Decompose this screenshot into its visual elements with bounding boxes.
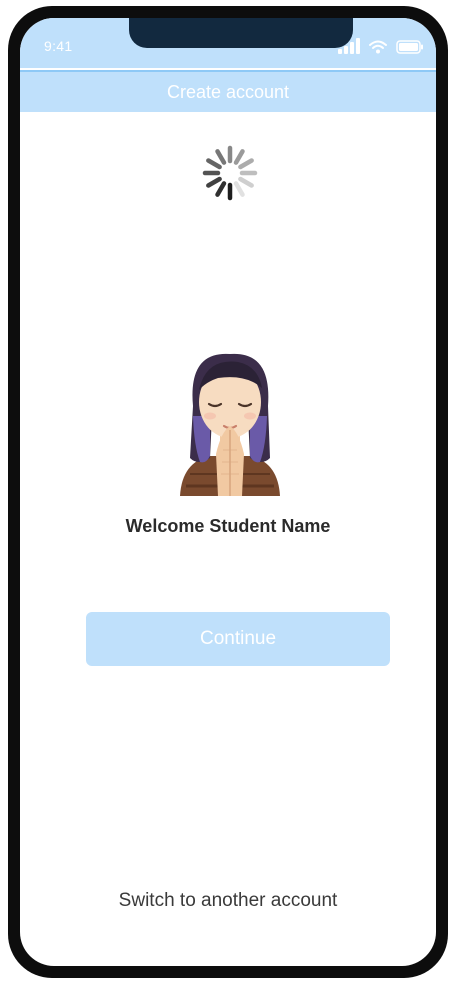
status-time: 9:41 [44,38,73,54]
header-bar: Create account [20,70,436,112]
spinner-segment [206,158,222,170]
continue-button[interactable]: Continue [86,612,390,666]
welcome-message: Welcome Student Name [125,516,331,536]
spinner-segment [215,149,227,165]
spinner-segment [238,176,254,188]
spinner-segment [215,181,227,197]
spinner-segment [206,176,222,188]
spinner-segment [238,158,254,170]
status-icons [338,36,424,54]
spinner-icon [202,145,258,201]
spinner-segment [233,181,245,197]
battery-icon [396,40,423,54]
phone-frame: 9:41 Create account Welcome Student Name… [8,6,448,978]
phone-screen: 9:41 Create account Welcome Student Name… [20,18,436,966]
signal-icon [338,38,360,54]
spinner-segment [233,149,245,165]
switch-account-link[interactable]: Switch to another account [20,890,436,912]
status-bar: 9:41 [20,18,436,68]
avatar [180,353,280,496]
notch [129,18,353,48]
wifi-icon [369,40,387,54]
page-title: Create account [166,81,290,102]
